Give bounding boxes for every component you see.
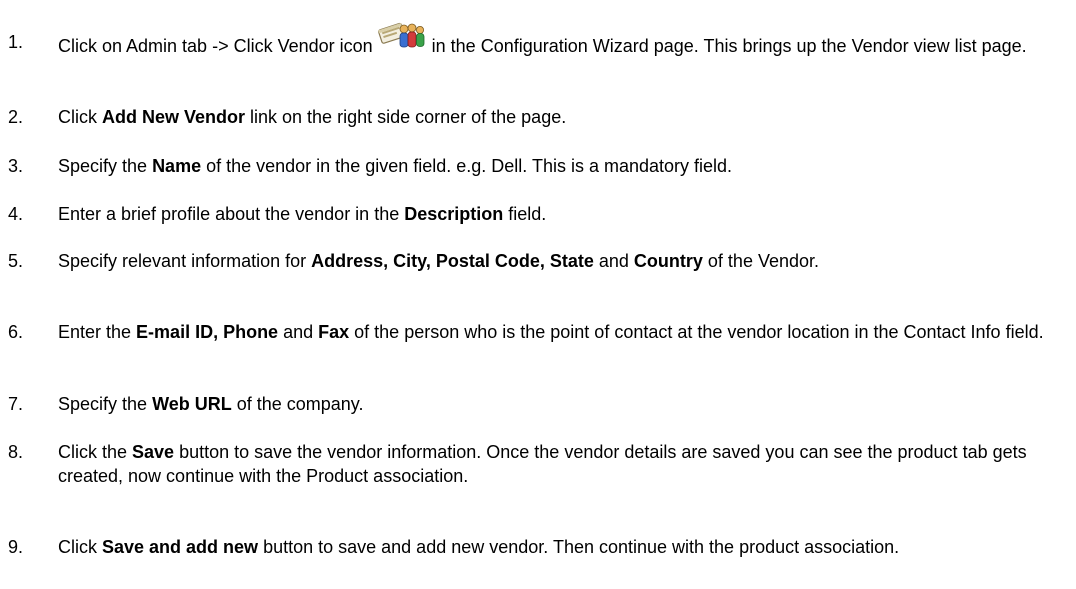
- step-text-emphasis: Fax: [318, 322, 350, 342]
- step-text-part: Specify the: [58, 394, 153, 414]
- step-text-part: Enter a brief profile about the vendor i…: [58, 204, 405, 224]
- step-text: Click on Admin tab -> Click Vendor icon: [58, 22, 1070, 60]
- step-text-part: in the Configuration Wizard page. This b…: [426, 36, 1027, 56]
- step-text-emphasis: Address, City, Postal Code, State: [311, 251, 594, 271]
- step-text-part: Enter the: [58, 322, 137, 342]
- step-text-emphasis: Country: [633, 251, 703, 271]
- vendor-icon: [377, 22, 425, 60]
- step-text-emphasis: E-mail ID, Phone: [136, 322, 279, 342]
- document-page: 1. Click on Admin tab -> Click Vendor ic…: [0, 0, 1076, 589]
- step-text: Specify relevant information for Address…: [58, 249, 1070, 273]
- step-text-part: of the company.: [231, 394, 364, 414]
- step-number: 3.: [8, 156, 24, 176]
- step-text-part: Click: [58, 107, 102, 127]
- step-text-part: and: [593, 251, 634, 271]
- step-text-part: Specify relevant information for: [58, 251, 312, 271]
- step-text-part: Click the: [58, 442, 133, 462]
- step-number: 5.: [8, 251, 24, 271]
- step-text-part: link on the right side corner of the pag…: [245, 107, 567, 127]
- step-text-part: Click on Admin tab -> Click Vendor icon: [58, 36, 373, 56]
- step-text-part: of the Vendor.: [702, 251, 820, 271]
- step-text-emphasis: Web URL: [152, 394, 232, 414]
- step-text-part: field.: [503, 204, 547, 224]
- step-number: 9.: [8, 537, 24, 557]
- step-number: 1.: [8, 32, 24, 52]
- step-text-emphasis: Description: [404, 204, 504, 224]
- step-text: Enter the E-mail ID, Phone and Fax of th…: [58, 320, 1070, 344]
- step-number: 2.: [8, 107, 24, 127]
- step-text-part: of the vendor in the given field. e.g. D…: [201, 156, 733, 176]
- step-text-part: Click: [58, 537, 102, 557]
- step-text: Specify the Web URL of the company.: [58, 392, 1070, 416]
- step-text: Click the Save button to save the vendor…: [58, 440, 1070, 488]
- step-text-part: and: [278, 322, 319, 342]
- step-text-part: of the person who is the point of contac…: [349, 322, 1044, 342]
- step-text-part: button to save the vendor information. O…: [58, 442, 1027, 486]
- step-text-emphasis: Name: [152, 156, 202, 176]
- step-number: 4.: [8, 204, 24, 224]
- step-text-emphasis: Add New Vendor: [102, 107, 246, 127]
- step-text-part: button to save and add new vendor. Then …: [258, 537, 900, 557]
- step-text-emphasis: Save and add new: [102, 537, 259, 557]
- step-text: Click Add New Vendor link on the right s…: [58, 105, 1070, 129]
- step-number: 7.: [8, 394, 24, 414]
- step-text: Click Save and add new button to save an…: [58, 535, 1070, 559]
- step-text: Enter a brief profile about the vendor i…: [58, 202, 1070, 226]
- step-number: 6.: [8, 322, 24, 342]
- step-text-part: Specify the: [58, 156, 153, 176]
- step-text: Specify the Name of the vendor in the gi…: [58, 154, 1070, 178]
- step-text-emphasis: Save: [132, 442, 175, 462]
- step-number: 8.: [8, 442, 24, 462]
